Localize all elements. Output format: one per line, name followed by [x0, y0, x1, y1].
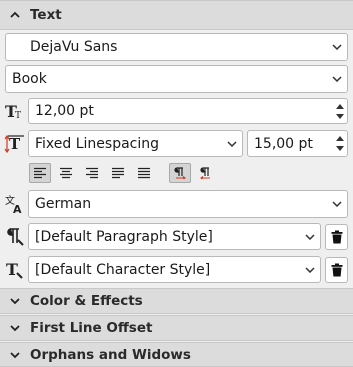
character-style-value: [Default Character Style] — [35, 261, 211, 278]
direction-toolbar — [169, 163, 217, 183]
chevron-down-icon — [0, 322, 30, 334]
svg-text:T: T — [15, 111, 21, 121]
language-value: German — [35, 196, 92, 212]
align-center-button[interactable] — [55, 163, 77, 183]
font-style-value: Book — [12, 71, 47, 87]
stepper-up-icon[interactable] — [336, 103, 344, 109]
trash-icon — [331, 230, 342, 244]
character-style-icon: T — [4, 259, 26, 281]
align-forced-justify-button[interactable] — [133, 163, 155, 183]
section-text-header[interactable]: Text — [0, 0, 353, 30]
stepper-down-icon[interactable] — [336, 113, 344, 119]
delete-character-style-button[interactable] — [325, 257, 348, 283]
font-size-icon: T T — [5, 101, 25, 121]
font-family-value: DejaVu Sans — [30, 39, 118, 55]
ltr-paragraph-icon — [174, 167, 186, 179]
rtl-direction-button[interactable] — [195, 163, 217, 183]
delete-paragraph-style-button[interactable] — [325, 224, 348, 250]
paragraph-style-icon — [4, 226, 26, 248]
font-style-select[interactable]: Book — [5, 65, 348, 93]
chevron-down-icon[interactable] — [325, 34, 347, 60]
svg-text:T: T — [6, 260, 18, 279]
align-right-button[interactable] — [81, 163, 103, 183]
chevron-down-icon — [0, 349, 30, 361]
svg-text:A: A — [13, 203, 22, 215]
ltr-direction-button[interactable] — [169, 163, 191, 183]
font-family-combo[interactable]: DejaVu Sans — [5, 33, 348, 61]
align-forced-justify-icon — [138, 167, 150, 179]
language-combo[interactable]: German — [28, 190, 348, 218]
section-orphans-widows-header[interactable]: Orphans and Widows — [0, 342, 353, 367]
language-icon: 文 A — [4, 193, 26, 215]
linespacing-value-spinbox[interactable]: 15,00 pt — [247, 130, 348, 157]
rtl-paragraph-icon — [200, 167, 210, 179]
align-left-button[interactable] — [29, 163, 51, 183]
font-size-value: 12,00 pt — [35, 103, 94, 119]
trash-icon — [331, 263, 342, 277]
chevron-down-icon[interactable] — [325, 191, 347, 217]
chevron-down-icon[interactable] — [298, 224, 320, 249]
align-right-icon — [86, 167, 98, 179]
chevron-down-icon — [0, 295, 30, 307]
font-size-stepper[interactable] — [333, 99, 347, 123]
paragraph-style-value: [Default Paragraph Style] — [35, 228, 213, 245]
align-justify-button[interactable] — [107, 163, 129, 183]
align-justify-icon — [112, 167, 124, 179]
linespacing-mode-select[interactable]: Fixed Linespacing — [28, 130, 243, 157]
section-text-label: Text — [30, 7, 62, 23]
align-center-icon — [60, 167, 72, 179]
section-first-line-offset-label: First Line Offset — [30, 320, 153, 336]
section-first-line-offset-header[interactable]: First Line Offset — [0, 315, 353, 341]
align-left-icon — [34, 167, 46, 179]
linespacing-icon: T — [4, 133, 26, 155]
character-style-select[interactable]: [Default Character Style] — [28, 256, 321, 283]
font-size-spinbox[interactable]: 12,00 pt — [28, 98, 348, 124]
linespacing-value: 15,00 pt — [254, 135, 313, 152]
chevron-down-icon[interactable] — [325, 66, 347, 92]
chevron-up-icon — [0, 9, 30, 21]
svg-text:T: T — [9, 135, 21, 153]
chevron-down-icon[interactable] — [220, 131, 242, 156]
stepper-up-icon[interactable] — [336, 135, 344, 141]
section-color-effects-header[interactable]: Color & Effects — [0, 288, 353, 314]
paragraph-style-select[interactable]: [Default Paragraph Style] — [28, 223, 321, 250]
linespacing-stepper[interactable] — [333, 131, 347, 156]
alignment-toolbar — [29, 163, 155, 183]
stepper-down-icon[interactable] — [336, 146, 344, 152]
section-color-effects-label: Color & Effects — [30, 293, 143, 309]
chevron-down-icon[interactable] — [298, 257, 320, 282]
section-orphans-widows-label: Orphans and Widows — [30, 346, 191, 363]
linespacing-mode-value: Fixed Linespacing — [35, 135, 160, 152]
